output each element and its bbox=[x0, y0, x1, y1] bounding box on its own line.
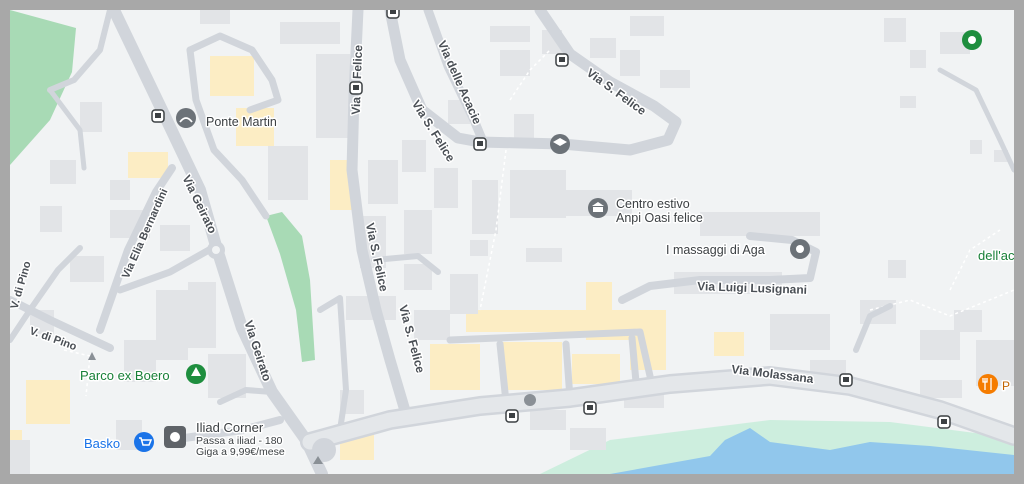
map-canvas[interactable]: Via S. Felice Via S. Felice Via S. Felic… bbox=[10, 10, 1014, 474]
bus-stop-icon[interactable] bbox=[151, 109, 165, 123]
street-label-via-s-felice-1: Via S. Felice bbox=[349, 44, 365, 115]
poi-label-iliad-sub2: Giga a 9,99€/mese bbox=[196, 446, 285, 458]
poi-label-basko: Basko bbox=[84, 436, 120, 451]
poi-label-ponte-martin: Ponte Martin bbox=[206, 115, 277, 129]
poi-label-iliad-title: Iliad Corner bbox=[196, 420, 264, 435]
restaurant-icon bbox=[978, 374, 998, 394]
poi-label-centro-estivo-line2: Anpi Oasi felice bbox=[616, 211, 703, 225]
bus-stop-icon[interactable] bbox=[839, 373, 853, 387]
poi-label-massaggi: I massaggi di Aga bbox=[666, 243, 765, 257]
marker-dot bbox=[524, 394, 536, 406]
bus-stop-icon[interactable] bbox=[505, 409, 519, 423]
poi-school[interactable] bbox=[550, 134, 570, 154]
restaurant-label-fragment: P bbox=[1002, 379, 1010, 393]
bus-stop-icon[interactable] bbox=[555, 53, 569, 67]
roundabout-center bbox=[212, 246, 220, 254]
poi-green-pin[interactable] bbox=[962, 30, 982, 50]
poi-label-centro-estivo-line1: Centro estivo bbox=[616, 197, 690, 211]
poi-label-parco-ex-boero: Parco ex Boero bbox=[80, 368, 170, 383]
bus-stop-icon[interactable] bbox=[583, 401, 597, 415]
bus-stop-icon[interactable] bbox=[473, 137, 487, 151]
bus-stop-icon[interactable] bbox=[349, 81, 363, 95]
bus-stop-icon[interactable] bbox=[937, 415, 951, 429]
bus-stop-icon[interactable] bbox=[386, 10, 400, 19]
map-viewport[interactable]: Via S. Felice Via S. Felice Via S. Felic… bbox=[10, 10, 1014, 474]
roundabout-2 bbox=[312, 438, 336, 462]
poi-label-dell-a: dell'ac bbox=[978, 248, 1014, 263]
